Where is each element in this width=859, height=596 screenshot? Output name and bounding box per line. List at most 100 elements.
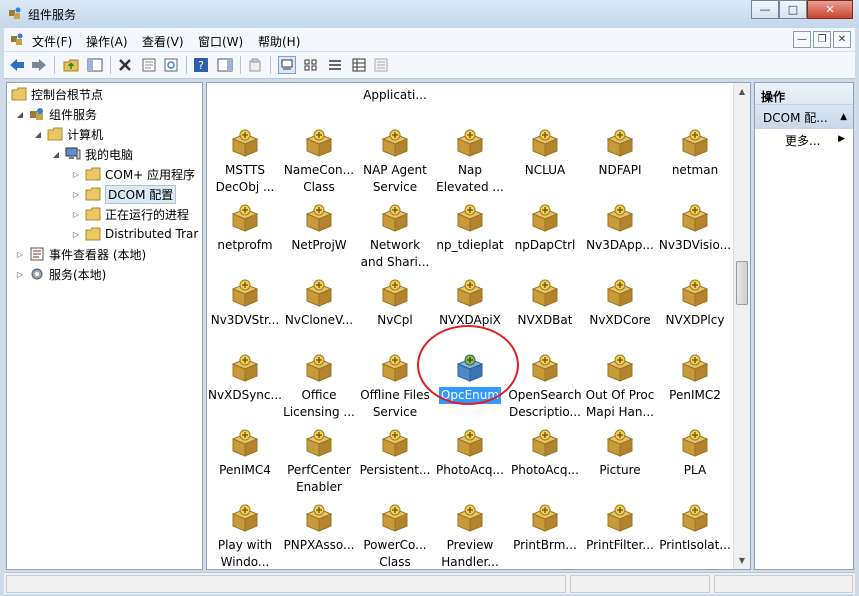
delete-icon[interactable] bbox=[116, 56, 134, 74]
dcom-object-item[interactable]: NetProjW bbox=[281, 203, 357, 254]
vertical-scrollbar[interactable]: ▲ ▼ bbox=[733, 83, 750, 569]
dcom-object-item[interactable]: netman bbox=[657, 128, 733, 179]
expand-arrow-icon[interactable]: ▷ bbox=[71, 210, 81, 219]
dcom-object-item[interactable]: PowerCo... Class bbox=[357, 503, 433, 569]
dcom-object-item[interactable]: NameCon... Class bbox=[281, 128, 357, 196]
collapse-arrow-icon[interactable]: ▲ bbox=[840, 112, 847, 122]
dcom-object-item[interactable]: PenIMC4 bbox=[207, 428, 283, 479]
menu-file[interactable]: 文件(F) bbox=[32, 33, 72, 50]
dcom-object-item[interactable]: Office Licensing ... bbox=[281, 353, 357, 421]
dcom-object-item[interactable]: NVXDApiX bbox=[432, 278, 508, 329]
dcom-object-item[interactable]: Nv3DApp... bbox=[582, 203, 658, 254]
dcom-object-item[interactable]: netprofm bbox=[207, 203, 283, 254]
maximize-button[interactable]: □ bbox=[779, 0, 807, 19]
dcom-object-item[interactable]: PenIMC2 bbox=[657, 353, 733, 404]
dcom-object-item[interactable] bbox=[582, 83, 658, 87]
expand-arrow-icon[interactable]: ▷ bbox=[15, 250, 25, 259]
dcom-object-item[interactable]: NvCpl bbox=[357, 278, 433, 329]
dcom-object-item[interactable]: OpcEnum bbox=[432, 353, 508, 404]
dcom-object-item[interactable]: NVXDBat bbox=[507, 278, 583, 329]
up-folder-icon[interactable] bbox=[62, 56, 80, 74]
dcom-object-item[interactable] bbox=[507, 83, 583, 87]
dcom-object-item[interactable]: Network and Shari... bbox=[357, 203, 433, 271]
tree-item-console-root[interactable]: 控制台根节点 bbox=[11, 85, 103, 103]
tree-item-services-local[interactable]: ▷ 服务(本地) bbox=[15, 265, 106, 283]
dcom-object-item[interactable]: Persistent... bbox=[357, 428, 433, 479]
tree-item-running-processes[interactable]: ▷ 正在运行的进程 bbox=[71, 205, 189, 223]
more-actions-item[interactable]: 更多... ▶ bbox=[755, 129, 853, 149]
dcom-object-item[interactable]: PrintFilter... bbox=[582, 503, 658, 554]
help-icon[interactable]: ? bbox=[192, 56, 210, 74]
dcom-object-item[interactable]: Out Of Proc Mapi Han... bbox=[582, 353, 658, 421]
expand-arrow-icon[interactable]: ▷ bbox=[71, 170, 81, 179]
dcom-object-item[interactable]: npDapCtrl bbox=[507, 203, 583, 254]
details-view-icon[interactable] bbox=[350, 56, 368, 74]
tree-item-dcom-config[interactable]: ▷ DCOM 配置 bbox=[71, 184, 177, 204]
collapse-arrow-icon[interactable]: ◢ bbox=[33, 130, 43, 139]
dcom-object-item[interactable]: Applicati... bbox=[357, 83, 433, 104]
show-hide-tree-icon[interactable] bbox=[86, 56, 104, 74]
dcom-object-item[interactable]: Nap Elevated ... bbox=[432, 128, 508, 196]
tree-item-my-computer[interactable]: ◢ 我的电脑 bbox=[51, 145, 133, 163]
minimize-button[interactable]: — bbox=[751, 0, 779, 19]
dcom-object-item[interactable]: PLA bbox=[657, 428, 733, 479]
tree-item-com-plus-apps[interactable]: ▷ COM+ 应用程序 bbox=[71, 165, 195, 183]
dcom-object-item[interactable] bbox=[207, 83, 283, 87]
tree-item-computers[interactable]: ◢ 计算机 bbox=[33, 125, 103, 143]
dcom-object-item[interactable]: np_tdieplat bbox=[432, 203, 508, 254]
child-close-button[interactable]: ✕ bbox=[833, 31, 851, 48]
dcom-object-item[interactable]: Picture bbox=[582, 428, 658, 479]
menu-action[interactable]: 操作(A) bbox=[86, 33, 128, 50]
dcom-object-item[interactable]: PhotoAcq... bbox=[432, 428, 508, 479]
dcom-object-item[interactable]: PrintIsolat... bbox=[657, 503, 733, 554]
dcom-object-item[interactable]: NvXDSync... bbox=[207, 353, 283, 404]
expand-arrow-icon[interactable]: ▷ bbox=[71, 230, 81, 239]
dcom-object-item[interactable]: PNPXAsso... bbox=[281, 503, 357, 554]
list-view-icon[interactable] bbox=[326, 56, 344, 74]
close-button[interactable]: ✕ bbox=[807, 0, 853, 19]
forward-arrow-icon[interactable] bbox=[30, 56, 48, 74]
dcom-object-item[interactable]: NVXDPlcy bbox=[657, 278, 733, 329]
dcom-object-item[interactable]: Nv3DVStr... bbox=[207, 278, 283, 329]
dcom-object-item[interactable]: NvXDCore bbox=[582, 278, 658, 329]
dcom-object-item[interactable]: PerfCenter Enabler bbox=[281, 428, 357, 496]
collapse-arrow-icon[interactable]: ◢ bbox=[15, 110, 25, 119]
properties-icon[interactable] bbox=[140, 56, 158, 74]
dcom-object-item[interactable]: NCLUA bbox=[507, 128, 583, 179]
menu-window[interactable]: 窗口(W) bbox=[198, 33, 243, 50]
small-icons-view-icon[interactable] bbox=[302, 56, 320, 74]
child-minimize-button[interactable]: — bbox=[793, 31, 811, 48]
dcom-object-item[interactable] bbox=[432, 83, 508, 87]
back-arrow-icon[interactable] bbox=[8, 56, 26, 74]
dcom-object-item[interactable]: PrintBrm... bbox=[507, 503, 583, 554]
dcom-object-item[interactable]: MSTTS DecObj ... bbox=[207, 128, 283, 196]
export-list-icon[interactable] bbox=[246, 56, 264, 74]
scroll-up-arrow-icon[interactable]: ▲ bbox=[734, 83, 750, 100]
menu-help[interactable]: 帮助(H) bbox=[258, 33, 300, 50]
dcom-object-item[interactable] bbox=[281, 83, 357, 87]
dcom-object-item[interactable]: NDFAPI bbox=[582, 128, 658, 179]
scroll-down-arrow-icon[interactable]: ▼ bbox=[734, 552, 750, 569]
customize-view-icon[interactable] bbox=[372, 56, 390, 74]
tree-item-event-viewer[interactable]: ▷ 事件查看器 (本地) bbox=[15, 245, 146, 263]
expand-arrow-icon[interactable]: ▷ bbox=[71, 190, 81, 199]
large-icons-view-icon[interactable] bbox=[278, 56, 296, 74]
dcom-object-item[interactable]: Play with Windo... bbox=[207, 503, 283, 569]
refresh-icon[interactable] bbox=[162, 56, 180, 74]
dcom-object-item[interactable]: Preview Handler... bbox=[432, 503, 508, 569]
scroll-thumb[interactable] bbox=[736, 261, 748, 305]
dcom-object-item[interactable] bbox=[657, 83, 733, 87]
child-window-icon[interactable] bbox=[10, 33, 24, 47]
collapse-arrow-icon[interactable]: ◢ bbox=[51, 150, 61, 159]
tree-item-distributed-transaction[interactable]: ▷ Distributed Trar bbox=[71, 225, 198, 243]
menu-view[interactable]: 查看(V) bbox=[142, 33, 184, 50]
dcom-object-item[interactable]: NvCloneV... bbox=[281, 278, 357, 329]
dcom-object-item[interactable]: PhotoAcq... bbox=[507, 428, 583, 479]
dcom-object-item[interactable]: Nv3DVisio... bbox=[657, 203, 733, 254]
expand-arrow-icon[interactable]: ▷ bbox=[15, 270, 25, 279]
child-restore-button[interactable]: ❐ bbox=[813, 31, 831, 48]
dcom-object-item[interactable]: OpenSearch Descriptio... bbox=[507, 353, 583, 421]
tree-item-component-services[interactable]: ◢ 组件服务 bbox=[15, 105, 97, 123]
dcom-object-item[interactable]: NAP Agent Service bbox=[357, 128, 433, 196]
action-pane-icon[interactable] bbox=[216, 56, 234, 74]
